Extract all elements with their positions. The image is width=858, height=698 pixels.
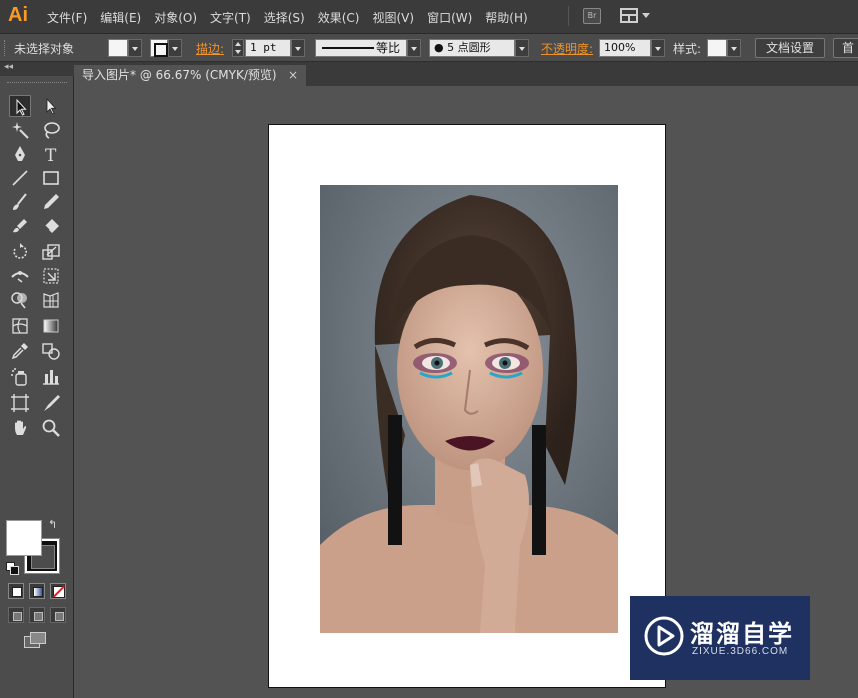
pencil-tool-icon[interactable]	[40, 191, 62, 213]
symbol-sprayer-tool-icon[interactable]	[9, 366, 31, 388]
type-tool-icon[interactable]: T	[40, 143, 62, 165]
artboard-tool-icon[interactable]	[9, 392, 31, 414]
workspace-switcher[interactable]	[620, 8, 650, 24]
draw-inside-button[interactable]	[50, 607, 66, 623]
fill-swatch[interactable]	[108, 39, 128, 57]
portrait-photo	[320, 185, 618, 633]
menu-file[interactable]: 文件(F)	[47, 9, 87, 26]
menu-edit[interactable]: 编辑(E)	[100, 9, 141, 26]
paintbrush-tool-icon[interactable]	[9, 191, 31, 213]
stroke-weight-field[interactable]: 1 pt	[245, 39, 291, 57]
control-bar: 未选择对象 描边: 1 pt 等比 ● 5 点圆形 不透明度: 100% 样式:…	[0, 34, 858, 62]
fill-color-box[interactable]	[6, 520, 42, 556]
rectangle-tool-icon[interactable]	[40, 167, 62, 189]
panel-grip[interactable]	[4, 40, 6, 56]
default-fill-stroke-icon[interactable]	[6, 562, 19, 575]
menu-view[interactable]: 视图(V)	[372, 9, 414, 26]
fill-dropdown[interactable]	[128, 39, 142, 57]
blob-brush-tool-icon[interactable]	[9, 215, 31, 237]
stroke-label[interactable]: 描边:	[196, 40, 224, 57]
gradient-tool-icon[interactable]	[40, 315, 62, 337]
gradient-mode-button[interactable]	[29, 583, 45, 599]
app-logo: Ai	[8, 4, 28, 26]
width-tool-icon[interactable]	[9, 265, 31, 287]
opacity-label[interactable]: 不透明度:	[541, 40, 593, 57]
stroke-swatch-dropdown[interactable]	[168, 39, 182, 57]
collapse-panel-icon[interactable]: ◂◂	[4, 62, 13, 72]
graphic-style-swatch[interactable]	[707, 39, 727, 57]
eraser-tool-icon[interactable]	[40, 215, 62, 237]
selection-status: 未选择对象	[14, 42, 75, 56]
shape-builder-tool-icon[interactable]	[9, 289, 31, 311]
tools-panel-header: ◂◂	[0, 62, 74, 76]
blend-tool-icon[interactable]	[40, 340, 62, 362]
mesh-tool-icon[interactable]	[9, 315, 31, 337]
line-segment-tool-icon[interactable]	[9, 167, 31, 189]
stroke-profile-dropdown[interactable]	[407, 39, 421, 57]
direct-selection-tool-icon[interactable]	[40, 95, 62, 117]
magic-wand-tool-icon[interactable]	[9, 119, 31, 141]
play-logo-icon	[644, 616, 684, 656]
document-tab-strip: 导入图片* @ 66.67% (CMYK/预览) ×	[74, 62, 858, 86]
perspective-grid-tool-icon[interactable]	[40, 289, 62, 311]
opacity-field[interactable]: 100%	[599, 39, 651, 57]
column-graph-tool-icon[interactable]	[40, 366, 62, 388]
workspace-icon	[620, 8, 638, 23]
menu-type[interactable]: 文字(T)	[210, 9, 251, 26]
draw-normal-button[interactable]	[8, 607, 24, 623]
document-setup-button[interactable]: 文档设置	[755, 38, 825, 58]
svg-text:T: T	[45, 146, 57, 165]
color-mode-button[interactable]	[8, 583, 24, 599]
pen-tool-icon[interactable]	[9, 143, 31, 165]
lasso-tool-icon[interactable]	[40, 119, 62, 141]
menu-divider	[568, 6, 569, 26]
menu-help[interactable]: 帮助(H)	[485, 9, 527, 26]
brush-dropdown[interactable]	[515, 39, 529, 57]
none-mode-button[interactable]	[50, 583, 66, 599]
style-label: 样式:	[673, 42, 702, 56]
tools-panel-grip[interactable]	[7, 82, 67, 85]
selection-tool-icon[interactable]	[9, 95, 31, 117]
hand-tool-icon[interactable]	[9, 417, 31, 439]
placed-portrait-image[interactable]	[320, 185, 618, 633]
watermark-badge: 溜溜自学 ZIXUE.3D66.COM	[630, 596, 810, 680]
menu-window[interactable]: 窗口(W)	[427, 9, 472, 26]
brush-definition[interactable]: ● 5 点圆形	[429, 39, 515, 57]
chevron-down-icon	[642, 13, 650, 18]
bridge-button[interactable]: Br	[583, 8, 601, 24]
menu-items: 文件(F) 编辑(E) 对象(O) 文字(T) 选择(S) 效果(C) 视图(V…	[47, 9, 541, 26]
eyedropper-tool-icon[interactable]	[9, 340, 31, 362]
stroke-profile-label: 等比	[376, 41, 401, 55]
menu-select[interactable]: 选择(S)	[264, 9, 305, 26]
slice-tool-icon[interactable]	[40, 392, 62, 414]
preferences-button[interactable]: 首	[833, 38, 858, 58]
menu-object[interactable]: 对象(O)	[154, 9, 197, 26]
screen-mode-icon[interactable]	[24, 632, 48, 648]
watermark-title: 溜溜自学	[690, 620, 794, 648]
draw-behind-button[interactable]	[29, 607, 45, 623]
stroke-swatch[interactable]	[150, 39, 168, 57]
close-icon[interactable]: ×	[288, 65, 298, 85]
menu-effect[interactable]: 效果(C)	[318, 9, 360, 26]
opacity-dropdown[interactable]	[651, 39, 665, 57]
stroke-weight-stepper[interactable]	[232, 39, 244, 57]
stroke-profile-line	[322, 47, 374, 49]
zoom-tool-icon[interactable]	[40, 417, 62, 439]
tools-panel: T ↰	[0, 76, 74, 698]
rotate-tool-icon[interactable]	[9, 241, 31, 263]
stroke-weight-dropdown[interactable]	[291, 39, 305, 57]
document-tab[interactable]: 导入图片* @ 66.67% (CMYK/预览) ×	[74, 65, 306, 86]
swap-fill-stroke-icon[interactable]: ↰	[48, 519, 60, 531]
menu-bar: Ai 文件(F) 编辑(E) 对象(O) 文字(T) 选择(S) 效果(C) 视…	[0, 0, 858, 34]
scale-tool-icon[interactable]	[40, 241, 62, 263]
watermark-url: ZIXUE.3D66.COM	[692, 646, 789, 657]
graphic-style-dropdown[interactable]	[727, 39, 741, 57]
variable-width-profile[interactable]: 等比	[315, 39, 407, 57]
document-tab-title: 导入图片* @ 66.67% (CMYK/预览)	[82, 68, 277, 82]
free-transform-tool-icon[interactable]	[40, 265, 62, 287]
